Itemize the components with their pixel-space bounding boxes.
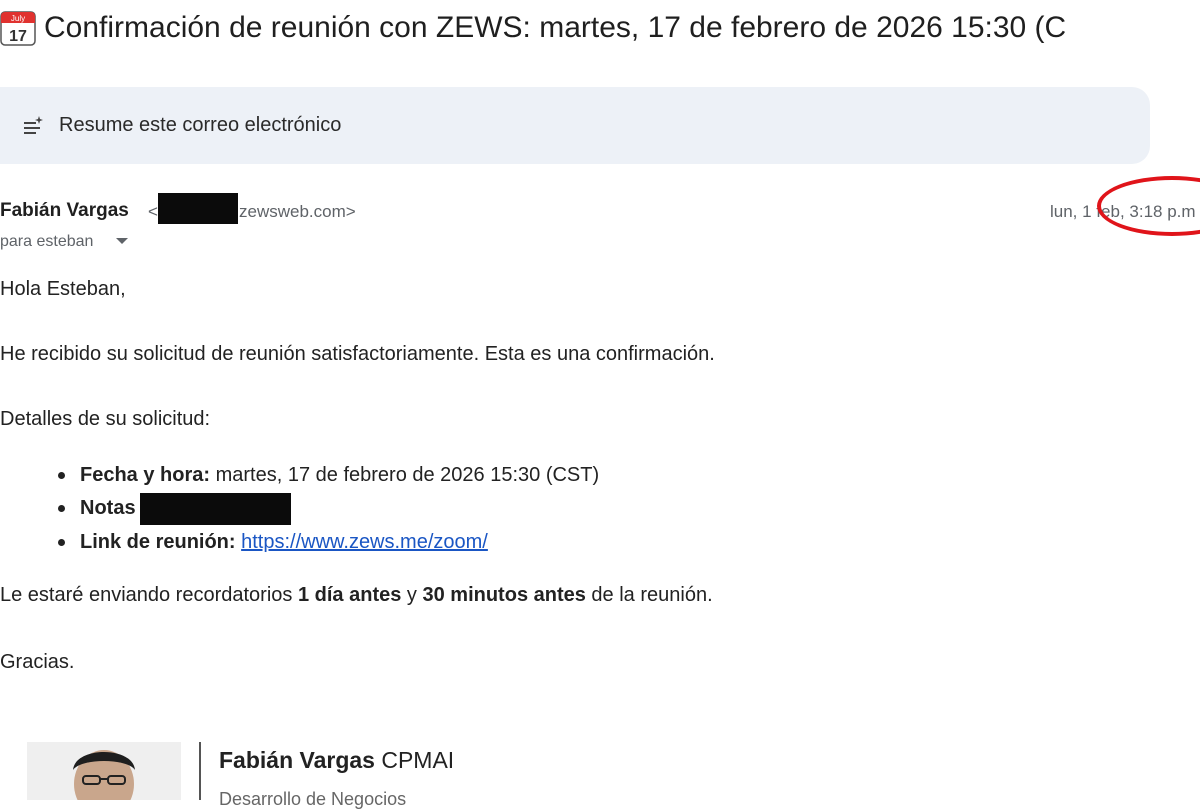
- annotation-circle: [1097, 176, 1200, 236]
- signature-photo: [27, 742, 181, 800]
- calendar-day-text: 17: [9, 28, 27, 45]
- reminder-text: de la reunión.: [585, 584, 713, 606]
- notas-label: Notas: [80, 497, 136, 519]
- link-label: Link de reunión:: [80, 531, 236, 553]
- subject-row: July 17 Confirmación de reunión con ZEWS…: [0, 4, 1200, 48]
- signature-name-line: Fabián Vargas CPMAI: [219, 746, 454, 774]
- fecha-value: martes, 17 de febrero de 2026 15:30 (CST…: [210, 464, 600, 486]
- signature-role: Desarrollo de Negocios: [219, 789, 407, 809]
- reminder-bold-2: 30 minutos antes: [422, 584, 586, 606]
- signature-divider: [199, 742, 201, 800]
- calendar-month-text: July: [11, 14, 25, 23]
- signature-name: Fabián Vargas: [219, 747, 375, 773]
- meeting-link[interactable]: https://www.zews.me/zoom/: [241, 531, 488, 553]
- bullet-dot: [58, 505, 65, 512]
- confirmation-line: He recibido su solicitud de reunión sati…: [0, 343, 715, 365]
- summarize-email-button[interactable]: Resume este correo electrónico: [0, 87, 1150, 164]
- sender-name[interactable]: Fabián Vargas: [0, 200, 129, 222]
- summarize-email-label: Resume este correo electrónico: [59, 114, 342, 136]
- email-subject: Confirmación de reunión con ZEWS: martes…: [44, 11, 1067, 44]
- sender-email-domain: zewsweb.com>: [239, 202, 356, 221]
- calendar-icon: July 17: [0, 11, 36, 46]
- recipient-details-caret-icon[interactable]: [116, 238, 128, 244]
- reminder-text: Le estaré enviando recordatorios: [0, 584, 298, 606]
- redacted-block: [158, 193, 238, 224]
- list-item-link: Link de reunión: https://www.zews.me/zoo…: [80, 529, 488, 555]
- greeting: Hola Esteban,: [0, 278, 126, 300]
- sender-email-open: <: [148, 202, 158, 221]
- bullet-dot: [58, 472, 65, 479]
- closing: Gracias.: [0, 651, 75, 673]
- bullet-dot: [58, 539, 65, 546]
- person-photo-icon: [27, 742, 181, 800]
- recipient-line[interactable]: para esteban: [0, 232, 93, 252]
- redacted-block: [140, 493, 291, 525]
- signature-credential: CPMAI: [374, 747, 455, 773]
- fecha-label: Fecha y hora:: [80, 464, 211, 486]
- summarize-sparkle-icon: [24, 116, 43, 134]
- details-heading: Detalles de su solicitud:: [0, 408, 211, 430]
- reminder-line: Le estaré enviando recordatorios 1 día a…: [0, 582, 713, 608]
- reminder-text: y: [401, 584, 423, 606]
- reminder-bold-1: 1 día antes: [297, 584, 402, 606]
- list-item-notas: Notas: [80, 495, 136, 521]
- list-item-fecha: Fecha y hora: martes, 17 de febrero de 2…: [80, 462, 599, 488]
